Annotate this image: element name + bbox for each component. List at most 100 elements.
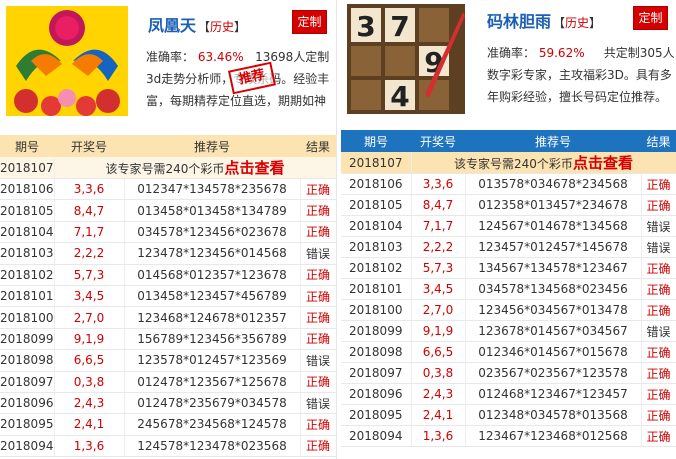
pred-cell: 012358*013457*234678 bbox=[465, 194, 642, 216]
history-table: 期号 开奖号 推荐号 结果 2018107 该专家号需240个彩币点击查看 20… bbox=[341, 130, 676, 447]
draw-cell: 3,3,6 bbox=[411, 173, 466, 195]
issue-cell: 2018094 bbox=[341, 425, 412, 447]
draw-cell: 3,4,5 bbox=[54, 285, 125, 308]
history-link-text: 历史 bbox=[565, 16, 590, 30]
result-cell: 正确 bbox=[641, 404, 676, 426]
issue-cell: 2018106 bbox=[0, 178, 55, 201]
pred-cell: 123457*012457*145678 bbox=[465, 236, 642, 258]
table-row: 2018104 7,1,7 034578*123456*023678 正确 bbox=[0, 221, 336, 244]
result-cell: 错误 bbox=[300, 349, 336, 372]
issue-cell: 2018101 bbox=[341, 278, 412, 300]
result-cell: 错误 bbox=[300, 242, 336, 265]
accuracy-value: 59.62% bbox=[538, 46, 585, 60]
col-result: 结果 bbox=[641, 130, 676, 152]
accuracy-value: 63.46% bbox=[197, 50, 244, 64]
draw-cell: 7,1,7 bbox=[411, 215, 466, 237]
view-link[interactable]: 点击查看 bbox=[573, 154, 633, 172]
expert-header: 凤凰天 【历史】 定制 准确率： 63.46% 13698人定制 3d走势分析师，… bbox=[0, 0, 336, 134]
issue-cell: 2018095 bbox=[0, 413, 55, 436]
expert-avatar-sudoku[interactable]: 3 7 9 4 bbox=[347, 4, 465, 114]
draw-cell: 0,3,8 bbox=[411, 362, 466, 384]
table-row: 2018094 1,3,6 123467*123468*012568 正确 bbox=[341, 425, 676, 447]
result-cell: 正确 bbox=[300, 264, 336, 286]
expert-name[interactable]: 凤凰天 【历史】 bbox=[148, 12, 246, 36]
issue-cell: 2018094 bbox=[0, 435, 55, 458]
table-row: 2018105 8,4,7 012358*013457*234678 正确 bbox=[341, 194, 676, 216]
accuracy-label: 准确率： bbox=[146, 50, 195, 64]
expert-header: 3 7 9 4 码林胆雨 【历史】 定制 准确率： 59.62% 共定制305人 … bbox=[341, 0, 676, 130]
table-row: 2018106 3,3,6 012347*134578*235678 正确 bbox=[0, 178, 336, 201]
table-row: 2018100 2,7,0 123456*034567*013478 正确 bbox=[341, 299, 676, 321]
draw-cell: 7,1,7 bbox=[54, 221, 125, 244]
result-cell: 正确 bbox=[641, 278, 676, 300]
result-cell: 正确 bbox=[300, 435, 336, 458]
result-cell: 正确 bbox=[641, 362, 676, 384]
phoenix-avatar-icon bbox=[6, 6, 128, 116]
pred-cell: 123467*123468*012568 bbox=[465, 425, 642, 447]
result-cell: 正确 bbox=[300, 413, 336, 436]
table-row: 2018095 2,4,1 245678*234568*124578 正确 bbox=[0, 413, 336, 436]
issue-cell: 2018103 bbox=[341, 236, 412, 258]
history-table: 期号 开奖号 推荐号 结果 2018107 该专家号需240个彩币点击查看 20… bbox=[0, 135, 336, 458]
draw-cell: 2,2,2 bbox=[54, 242, 125, 265]
pred-cell: 012347*134578*235678 bbox=[124, 178, 301, 201]
col-issue: 期号 bbox=[0, 135, 54, 157]
pred-cell: 012468*123467*123457 bbox=[465, 383, 642, 405]
draw-cell: 8,4,7 bbox=[54, 199, 125, 222]
expert-description: 数字彩专家，主攻福彩3D。具有多年购彩经验，擅长号码定位推荐。 bbox=[487, 68, 672, 104]
pred-cell: 124567*014678*134568 bbox=[465, 215, 642, 237]
result-cell: 正确 bbox=[300, 221, 336, 244]
table-header-row: 期号 开奖号 推荐号 结果 bbox=[341, 130, 676, 152]
issue-cell: 2018098 bbox=[0, 349, 55, 372]
result-cell: 正确 bbox=[300, 199, 336, 222]
issue-cell: 2018105 bbox=[0, 199, 55, 222]
draw-cell: 2,2,2 bbox=[411, 236, 466, 258]
notice-issue: 2018107 bbox=[0, 157, 55, 179]
pred-cell: 156789*123456*356789 bbox=[124, 328, 301, 351]
pred-cell: 034578*123456*023678 bbox=[124, 221, 301, 244]
table-row: 2018102 5,7,3 134567*134578*123467 正确 bbox=[341, 257, 676, 279]
table-row: 2018100 2,7,0 123468*124678*012357 正确 bbox=[0, 306, 336, 329]
result-cell: 正确 bbox=[300, 285, 336, 308]
pred-cell: 123678*014567*034567 bbox=[465, 320, 642, 342]
issue-cell: 2018096 bbox=[341, 383, 412, 405]
issue-cell: 2018106 bbox=[341, 173, 412, 195]
table-row: 2018103 2,2,2 123478*123456*014568 错误 bbox=[0, 242, 336, 265]
expert-avatar-phoenix[interactable] bbox=[6, 6, 128, 116]
draw-cell: 2,7,0 bbox=[411, 299, 466, 321]
custom-button[interactable]: 定制 bbox=[633, 6, 668, 30]
table-body: 2018107 该专家号需240个彩币点击查看 2018106 3,3,6 0135… bbox=[341, 152, 676, 447]
pred-cell: 123456*034567*013478 bbox=[465, 299, 642, 321]
history-link[interactable]: 【历史】 bbox=[553, 16, 601, 30]
notice-issue: 2018107 bbox=[341, 152, 412, 174]
result-cell: 错误 bbox=[641, 236, 676, 258]
result-cell: 正确 bbox=[641, 299, 676, 321]
result-cell: 正确 bbox=[641, 173, 676, 195]
pred-cell: 245678*234568*124578 bbox=[124, 413, 301, 436]
pred-cell: 123578*012457*123569 bbox=[124, 349, 301, 372]
pred-cell: 012478*235679*034578 bbox=[124, 392, 301, 415]
table-row: 2018099 9,1,9 156789*123456*356789 正确 bbox=[0, 328, 336, 351]
draw-cell: 3,4,5 bbox=[411, 278, 466, 300]
issue-cell: 2018097 bbox=[0, 371, 55, 393]
draw-cell: 1,3,6 bbox=[54, 435, 125, 458]
issue-cell: 2018097 bbox=[341, 362, 412, 384]
view-link[interactable]: 点击查看 bbox=[224, 159, 284, 177]
notice-cell: 该专家号需240个彩币点击查看 bbox=[411, 152, 676, 174]
history-link-text: 历史 bbox=[210, 20, 235, 34]
result-cell: 正确 bbox=[641, 194, 676, 216]
expert-name-text: 码林胆雨 bbox=[487, 12, 552, 31]
pred-cell: 123468*124678*012357 bbox=[124, 306, 301, 329]
expert-panel-malindanyu: 3 7 9 4 码林胆雨 【历史】 定制 准确率： 59.62% 共定制305人 … bbox=[341, 0, 676, 459]
table-row: 2018094 1,3,6 124578*123478*023568 正确 bbox=[0, 435, 336, 458]
draw-cell: 2,4,3 bbox=[411, 383, 466, 405]
col-draw: 开奖号 bbox=[54, 135, 124, 157]
draw-cell: 5,7,3 bbox=[411, 257, 466, 279]
draw-cell: 2,7,0 bbox=[54, 306, 125, 329]
custom-button[interactable]: 定制 bbox=[292, 10, 327, 34]
locked-row: 2018107 该专家号需240个彩币点击查看 bbox=[341, 152, 676, 174]
expert-name[interactable]: 码林胆雨 【历史】 bbox=[487, 8, 601, 32]
result-cell: 正确 bbox=[300, 371, 336, 393]
result-cell: 正确 bbox=[641, 341, 676, 363]
history-link[interactable]: 【历史】 bbox=[198, 20, 246, 34]
